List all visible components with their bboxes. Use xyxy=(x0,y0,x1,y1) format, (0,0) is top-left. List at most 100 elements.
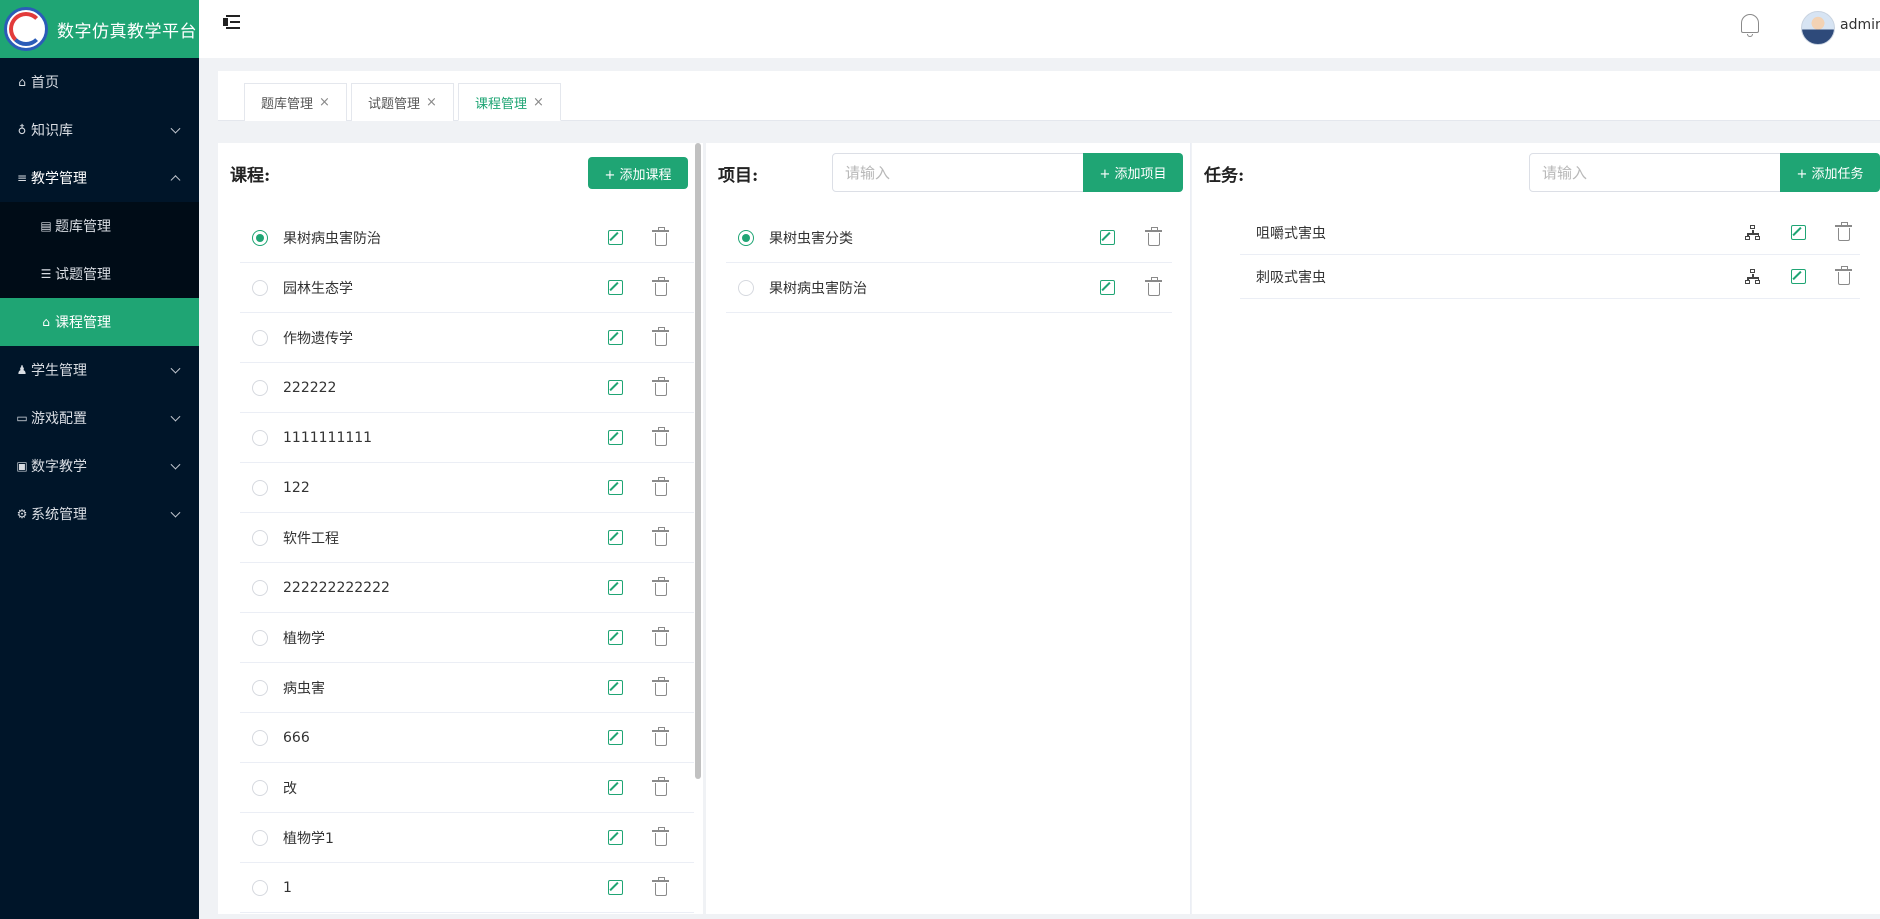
edit-icon[interactable] xyxy=(608,330,623,345)
delete-icon[interactable] xyxy=(652,827,669,846)
tab-question-bank[interactable]: 题库管理 × xyxy=(244,83,347,121)
edit-icon[interactable] xyxy=(1100,230,1115,245)
sidebar-item-game[interactable]: ▭ 游戏配置 xyxy=(0,394,199,442)
add-course-button[interactable]: + 添加课程 xyxy=(588,157,688,189)
edit-icon[interactable] xyxy=(1791,269,1806,284)
radio-button[interactable] xyxy=(252,529,268,546)
list-item[interactable]: 园林生态学 xyxy=(240,263,696,313)
edit-icon[interactable] xyxy=(1100,280,1115,295)
list-item[interactable]: 1111111111 xyxy=(240,413,696,463)
radio-button[interactable] xyxy=(252,329,268,346)
radio-button[interactable] xyxy=(738,279,754,296)
edit-icon[interactable] xyxy=(608,380,623,395)
list-item[interactable]: 软件工程 xyxy=(240,513,696,563)
delete-icon[interactable] xyxy=(652,677,669,696)
radio-button[interactable] xyxy=(252,579,268,596)
radio-button[interactable] xyxy=(252,829,268,846)
radio-button[interactable] xyxy=(252,279,268,296)
delete-icon[interactable] xyxy=(652,577,669,596)
edit-icon[interactable] xyxy=(608,880,623,895)
list-item[interactable]: 果树病虫害防治 xyxy=(726,263,1172,313)
edit-icon[interactable] xyxy=(608,730,623,745)
list-item[interactable]: 作物遗传学 xyxy=(240,313,696,363)
add-task-button[interactable]: + 添加任务 xyxy=(1780,153,1880,192)
notification-bell-icon[interactable] xyxy=(1739,12,1761,38)
list-item[interactable]: 果树病虫害防治 xyxy=(240,213,696,263)
edit-icon[interactable] xyxy=(608,280,623,295)
sidebar-item-course[interactable]: ⌂ 课程管理 xyxy=(0,298,199,346)
edit-icon[interactable] xyxy=(608,580,623,595)
delete-icon[interactable] xyxy=(1145,277,1162,296)
delete-icon[interactable] xyxy=(652,327,669,346)
list-item[interactable]: 植物学1 xyxy=(240,813,696,863)
list-item[interactable]: 222222222222 xyxy=(240,563,696,613)
delete-icon[interactable] xyxy=(652,627,669,646)
course-scrollbar[interactable] xyxy=(694,143,702,914)
sidebar-item-home[interactable]: ⌂ 首页 xyxy=(0,58,199,106)
avatar[interactable] xyxy=(1801,11,1835,45)
close-icon[interactable]: × xyxy=(533,95,544,110)
edit-icon[interactable] xyxy=(608,830,623,845)
delete-icon[interactable] xyxy=(1835,222,1852,241)
radio-button[interactable] xyxy=(252,879,268,896)
org-tree-icon[interactable] xyxy=(1745,269,1761,285)
edit-icon[interactable] xyxy=(608,230,623,245)
edit-icon[interactable] xyxy=(608,780,623,795)
project-search-input[interactable] xyxy=(832,153,1084,192)
collapse-menu-icon[interactable] xyxy=(223,14,241,30)
add-project-button[interactable]: + 添加项目 xyxy=(1083,153,1183,192)
list-item[interactable]: 刺吸式害虫 xyxy=(1240,255,1860,299)
edit-icon[interactable] xyxy=(608,530,623,545)
sidebar-item-system[interactable]: ⚙ 系统管理 xyxy=(0,490,199,538)
radio-button[interactable] xyxy=(252,229,268,246)
delete-icon[interactable] xyxy=(1145,227,1162,246)
list-item[interactable]: 666 xyxy=(240,713,696,763)
delete-icon[interactable] xyxy=(652,477,669,496)
radio-button[interactable] xyxy=(252,729,268,746)
delete-icon[interactable] xyxy=(652,377,669,396)
list-item[interactable]: 122 xyxy=(240,463,696,513)
scrollbar-thumb[interactable] xyxy=(695,143,701,779)
username[interactable]: admin xyxy=(1840,17,1880,33)
task-search-input[interactable] xyxy=(1529,153,1781,192)
radio-button[interactable] xyxy=(252,479,268,496)
list-item[interactable]: 咀嚼式害虫 xyxy=(1240,211,1860,255)
close-icon[interactable]: × xyxy=(319,95,330,110)
list-item[interactable]: 果树虫害分类 xyxy=(726,213,1172,263)
radio-button[interactable] xyxy=(738,229,754,246)
delete-icon[interactable] xyxy=(652,277,669,296)
list-item[interactable]: 1 xyxy=(240,863,696,913)
delete-icon[interactable] xyxy=(652,427,669,446)
tab-exam[interactable]: 试题管理 × xyxy=(351,83,454,121)
item-label: 222222222222 xyxy=(283,579,390,596)
list-item[interactable]: 病虫害 xyxy=(240,663,696,713)
list-item[interactable]: 植物学 xyxy=(240,613,696,663)
radio-button[interactable] xyxy=(252,779,268,796)
list-item[interactable]: 改 xyxy=(240,763,696,813)
delete-icon[interactable] xyxy=(1835,266,1852,285)
radio-button[interactable] xyxy=(252,679,268,696)
edit-icon[interactable] xyxy=(608,430,623,445)
delete-icon[interactable] xyxy=(652,527,669,546)
edit-icon[interactable] xyxy=(608,680,623,695)
delete-icon[interactable] xyxy=(652,227,669,246)
sidebar-item-knowledge[interactable]: ♁ 知识库 xyxy=(0,106,199,154)
radio-button[interactable] xyxy=(252,379,268,396)
edit-icon[interactable] xyxy=(1791,225,1806,240)
sidebar-item-question-bank[interactable]: ▤ 题库管理 xyxy=(0,202,199,250)
sidebar-item-students[interactable]: ♟ 学生管理 xyxy=(0,346,199,394)
radio-button[interactable] xyxy=(252,429,268,446)
close-icon[interactable]: × xyxy=(426,95,437,110)
delete-icon[interactable] xyxy=(652,727,669,746)
delete-icon[interactable] xyxy=(652,877,669,896)
org-tree-icon[interactable] xyxy=(1745,225,1761,241)
sidebar-item-exam[interactable]: ☰ 试题管理 xyxy=(0,250,199,298)
edit-icon[interactable] xyxy=(608,630,623,645)
sidebar-item-digital[interactable]: ▣ 数字教学 xyxy=(0,442,199,490)
delete-icon[interactable] xyxy=(652,777,669,796)
tab-course[interactable]: 课程管理 × xyxy=(458,83,561,121)
radio-button[interactable] xyxy=(252,629,268,646)
list-item[interactable]: 222222 xyxy=(240,363,696,413)
sidebar-item-teaching[interactable]: ≡ 教学管理 xyxy=(0,154,199,202)
edit-icon[interactable] xyxy=(608,480,623,495)
